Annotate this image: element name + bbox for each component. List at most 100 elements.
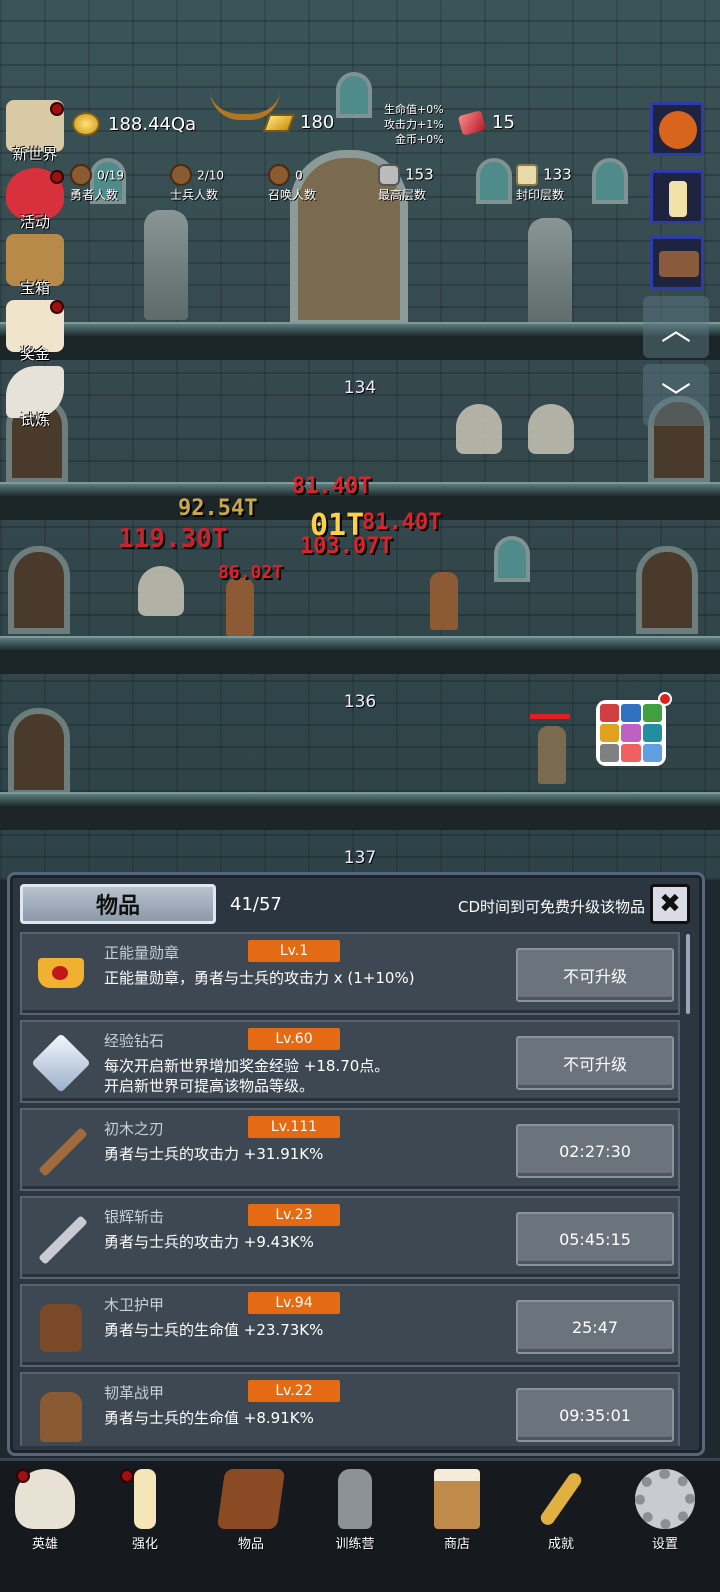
nav-settings[interactable]: 设置 xyxy=(620,1469,710,1552)
scroll-event-button[interactable] xyxy=(650,236,704,290)
list-item: 韧革战甲 Lv.22 勇者与士兵的生命值 +8.91K% 09:35:01 xyxy=(20,1372,680,1446)
item-name: 韧革战甲 xyxy=(104,1384,165,1402)
item-name: 经验钻石 xyxy=(104,1032,165,1050)
stat-sealed-floor: 133 封印层数 xyxy=(516,164,572,203)
ruby-gem-icon xyxy=(457,109,487,136)
pumpkin-event-button[interactable] xyxy=(650,102,704,156)
soldier-head-icon xyxy=(170,164,192,186)
lantern-icon xyxy=(338,1469,372,1529)
level-badge: Lv.1 xyxy=(248,940,340,962)
stat-value: 0 xyxy=(295,168,303,183)
level-badge: Lv.111 xyxy=(248,1116,340,1138)
nav-label: 训练营 xyxy=(335,1537,375,1552)
nav-label: 成就 xyxy=(547,1537,574,1552)
floor-gap xyxy=(0,806,720,830)
nav-items[interactable]: 物品 xyxy=(206,1469,296,1552)
gem-value: 15 xyxy=(492,112,515,133)
damage-number: 81.40T xyxy=(362,510,442,535)
nav-shop[interactable]: 商店 xyxy=(412,1469,502,1552)
nav-enhance[interactable]: 强化 xyxy=(100,1469,190,1552)
castle-window xyxy=(336,72,372,118)
bonus-stats: 生命值+0% 攻击力+1% 金币+0% xyxy=(384,102,444,147)
item-name: 银辉斩击 xyxy=(104,1208,165,1226)
item-description: 勇者与士兵的生命值 +23.73K% xyxy=(104,1321,324,1339)
stat-label: 士兵人数 xyxy=(170,188,219,202)
tab-items[interactable]: 物品 xyxy=(20,884,216,924)
floor-door xyxy=(8,708,70,796)
item-description: 每次开启新世界增加奖金经验 +18.70点。 开启新世界可提高该物品等级。 xyxy=(104,1057,390,1095)
ad-grid-button[interactable] xyxy=(596,700,666,766)
menu-label: 宝箱 xyxy=(19,279,50,297)
nav-label: 英雄 xyxy=(31,1537,58,1552)
menu-new-world[interactable]: 新世界 xyxy=(2,100,68,164)
floor-door xyxy=(8,546,70,634)
damage-number: 119.30T xyxy=(118,524,228,554)
hero-head-icon xyxy=(70,164,92,186)
list-item: 初木之刃 Lv.111 勇者与士兵的攻击力 +31.91K% 02:27:30 xyxy=(20,1108,680,1191)
silver-sword-icon xyxy=(34,1212,88,1266)
stat-heroes: 0/19 勇者人数 xyxy=(70,164,124,203)
scroll-down-button[interactable]: ﹀ xyxy=(643,364,709,426)
stat-value: 133 xyxy=(543,165,572,184)
item-description: 勇者与士兵的攻击力 +31.91K% xyxy=(104,1145,324,1163)
scroll-icon xyxy=(516,164,538,186)
floor-door xyxy=(636,546,698,634)
item-description: 勇者与士兵的生命值 +8.91K% xyxy=(104,1409,314,1427)
close-button[interactable]: ✖ xyxy=(650,884,690,924)
stat-label: 勇者人数 xyxy=(70,188,119,202)
hero-character[interactable] xyxy=(226,578,254,636)
upgrade-timer-button[interactable]: 09:35:01 xyxy=(516,1388,674,1442)
upgrade-timer-button[interactable]: 05:45:15 xyxy=(516,1212,674,1266)
bottom-nav: 英雄 强化 物品 训练营 商店 成就 设置 xyxy=(0,1458,720,1592)
nav-label: 商店 xyxy=(443,1537,470,1552)
zombie-enemy[interactable] xyxy=(538,726,566,784)
gold-bar-counter: 180 xyxy=(262,112,334,133)
menu-events[interactable]: 活动 xyxy=(2,168,68,232)
damage-number: 103.07T xyxy=(300,534,393,559)
item-count: 41/57 xyxy=(230,894,282,915)
stat-label: 最高层数 xyxy=(378,188,427,202)
stat-label: 封印层数 xyxy=(516,188,565,202)
soldier-character[interactable] xyxy=(430,572,458,630)
level-badge: Lv.60 xyxy=(248,1028,340,1050)
level-badge: Lv.94 xyxy=(248,1292,340,1314)
stat-value: 0/19 xyxy=(97,168,125,183)
gem-counter: 15 xyxy=(457,109,515,136)
bonus-gold: 金币+0% xyxy=(395,133,444,146)
upgrade-timer-button[interactable]: 02:27:30 xyxy=(516,1124,674,1178)
candle-event-button[interactable] xyxy=(650,170,704,224)
floor-number: 134 xyxy=(343,378,377,398)
menu-trial[interactable]: 试炼 xyxy=(2,366,68,430)
chevron-down-icon: ﹀ xyxy=(661,381,691,416)
upgrade-button[interactable]: 不可升级 xyxy=(516,948,674,1002)
list-item: 木卫护甲 Lv.94 勇者与士兵的生命值 +23.73K% 25:47 xyxy=(20,1284,680,1367)
stat-value: 153 xyxy=(405,165,434,184)
nav-heroes[interactable]: 英雄 xyxy=(0,1469,90,1552)
pumpkin-icon xyxy=(659,111,697,149)
nav-achievements[interactable]: 成就 xyxy=(516,1469,606,1552)
floor-number: 137 xyxy=(343,848,377,868)
upgrade-button[interactable]: 不可升级 xyxy=(516,1036,674,1090)
item-name: 木卫护甲 xyxy=(104,1296,165,1314)
notification-dot xyxy=(50,170,64,184)
stat-highest-floor: 153 最高层数 xyxy=(378,164,434,203)
candle-icon xyxy=(669,181,687,217)
stone-icon xyxy=(378,164,400,186)
notification-dot xyxy=(50,300,64,314)
ghost-enemy[interactable] xyxy=(528,404,574,454)
menu-chest[interactable]: 宝箱 xyxy=(2,234,68,298)
gold-bar-icon xyxy=(262,113,296,132)
menu-bonus[interactable]: 奖金 xyxy=(2,300,68,364)
list-scrollbar[interactable] xyxy=(686,934,690,1014)
item-name: 初木之刃 xyxy=(104,1120,165,1138)
item-list[interactable]: 正能量勋章 Lv.1 正能量勋章，勇者与士兵的攻击力 x (1+10%) 不可升… xyxy=(20,930,686,1446)
damage-number: 86.02T xyxy=(218,562,284,583)
ghost-enemy[interactable] xyxy=(138,566,184,616)
floor-ledge xyxy=(0,792,720,806)
gold-value: 188.44Qa xyxy=(108,113,197,135)
ghost-enemy[interactable] xyxy=(456,404,502,454)
scroll-up-button[interactable]: ︿ xyxy=(643,296,709,358)
nav-training-camp[interactable]: 训练营 xyxy=(310,1469,400,1552)
upgrade-timer-button[interactable]: 25:47 xyxy=(516,1300,674,1354)
menu-label: 新世界 xyxy=(12,145,58,163)
